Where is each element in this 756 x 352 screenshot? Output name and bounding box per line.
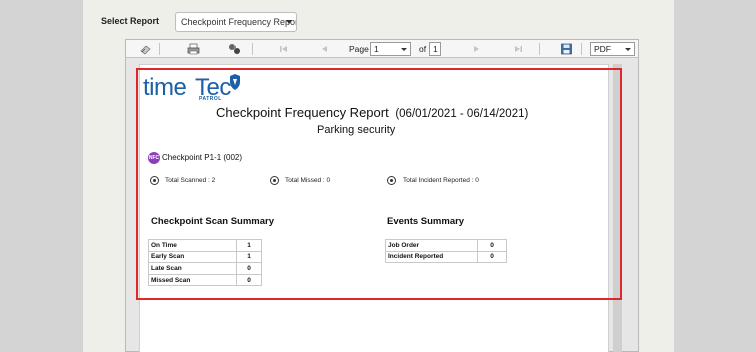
save-icon[interactable] — [560, 43, 573, 55]
export-format-select[interactable]: PDF — [590, 42, 635, 56]
total-pages-value: 1 — [433, 44, 438, 54]
total-pages-box: 1 — [429, 42, 441, 56]
toolbar-separator — [581, 43, 582, 55]
page-number-select[interactable]: 1 — [370, 42, 411, 56]
last-page-icon[interactable] — [512, 43, 525, 55]
print-icon[interactable] — [187, 43, 200, 55]
right-margin — [674, 0, 756, 352]
highlight-box — [136, 68, 622, 300]
previous-page-icon[interactable] — [318, 43, 331, 55]
next-page-icon[interactable] — [470, 43, 483, 55]
left-margin — [0, 0, 83, 352]
first-page-icon[interactable] — [277, 43, 290, 55]
page-number-value: 1 — [374, 44, 379, 54]
chevron-down-icon — [625, 48, 631, 51]
refresh-icon[interactable] — [139, 43, 152, 55]
toolbar-separator — [159, 43, 160, 55]
chevron-down-icon — [401, 48, 407, 51]
page-label: Page — [349, 44, 369, 54]
of-label: of — [419, 44, 427, 54]
find-icon[interactable] — [228, 43, 241, 55]
report-select[interactable]: Checkpoint Frequency Report — [175, 12, 297, 32]
toolbar-separator — [252, 43, 253, 55]
select-report-label: Select Report — [101, 16, 160, 26]
viewer-toolbar: Page 1 of 1 PDF — [126, 40, 638, 58]
export-format-value: PDF — [594, 44, 611, 54]
chevron-down-icon — [286, 20, 292, 24]
report-select-value: Checkpoint Frequency Report — [181, 17, 297, 27]
toolbar-separator — [539, 43, 540, 55]
